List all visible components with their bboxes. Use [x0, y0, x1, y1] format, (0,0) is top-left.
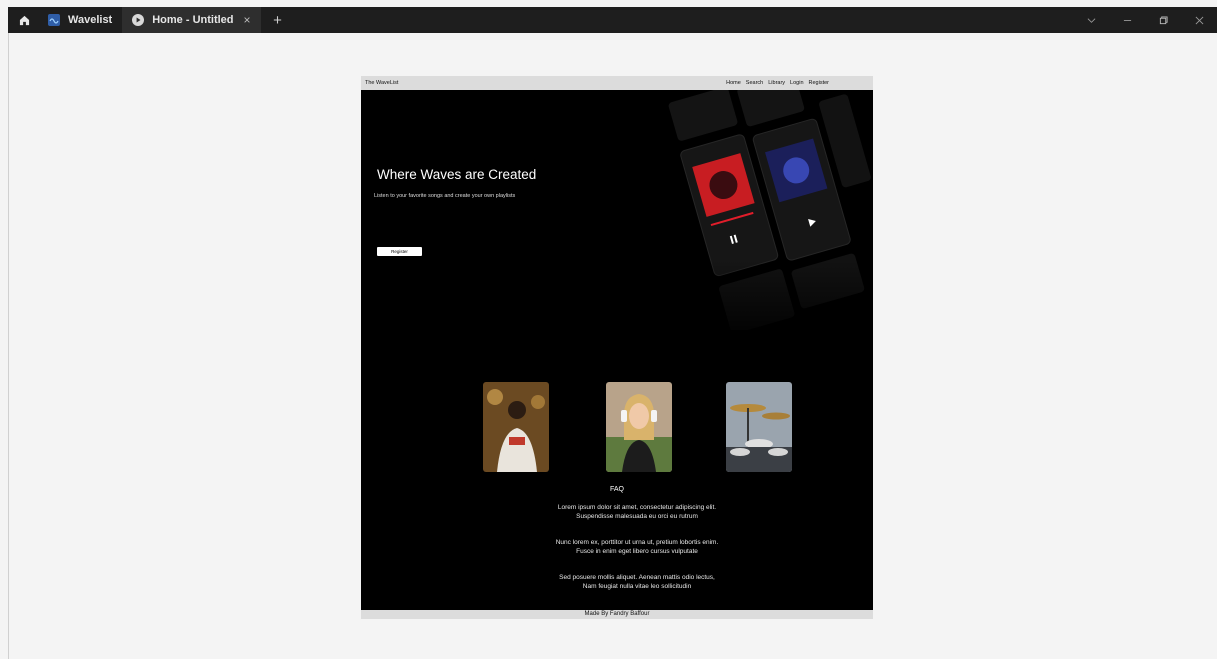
nav-search[interactable]: Search [746, 80, 763, 86]
close-tab-icon[interactable]: × [244, 13, 251, 27]
minimize-icon[interactable] [1109, 7, 1145, 33]
hero-register-button[interactable]: Register [377, 247, 422, 256]
nav-login[interactable]: Login [790, 80, 803, 86]
faq-line: Nunc lorem ex, porttitor ut urna ut, pre… [555, 539, 719, 546]
play-circle-icon [132, 14, 145, 26]
hero-subtitle: Listen to your favorite songs and create… [374, 193, 516, 199]
chevron-down-icon[interactable] [1073, 7, 1109, 33]
nav-links: Home Search Library Login Register [726, 80, 829, 86]
site-navbar: The WaveList Home Search Library Login R… [361, 76, 873, 90]
wavelist-app-icon [48, 14, 60, 26]
title-bar: Wavelist Home - Untitled × + [8, 7, 1217, 33]
new-tab-button[interactable]: + [269, 12, 287, 29]
faq-line: Suspendisse malesuada eu orci eu rutrum [576, 512, 698, 520]
window-controls [1073, 7, 1217, 33]
faq-line: Fusce in enim eget libero cursus vulputa… [576, 547, 698, 555]
tab-label: Wavelist [68, 14, 113, 26]
home-button[interactable] [10, 7, 38, 33]
website-preview: The WaveList Home Search Library Login R… [361, 76, 873, 619]
nav-library[interactable]: Library [768, 80, 785, 86]
faq-line: Lorem ipsum dolor sit amet, consectetur … [557, 504, 717, 511]
nav-home[interactable]: Home [726, 80, 741, 86]
nav-register[interactable]: Register [809, 80, 829, 86]
tab-home-untitled[interactable]: Home - Untitled × [122, 7, 261, 33]
photo-man-headphones [483, 382, 549, 472]
faq-item-1: Lorem ipsum dolor sit amet, consectetur … [547, 504, 727, 521]
photo-drum-kit [726, 382, 792, 472]
faq-item-2: Nunc lorem ex, porttitor ut urna ut, pre… [547, 539, 727, 556]
home-icon [19, 15, 29, 25]
site-footer: Made By Fandry Baffour [361, 610, 873, 619]
faq-line: Nam feugiat nulla vitae leo sollicitudin [582, 582, 692, 590]
photo-woman-headphones [606, 382, 672, 472]
close-window-icon[interactable] [1181, 7, 1217, 33]
hero-title: Where Waves are Created [377, 167, 537, 182]
faq-line: Sed posuere mollis aliquet. Aenean matti… [559, 574, 715, 581]
faq-title: FAQ [609, 486, 624, 493]
tab-label: Home - Untitled [152, 14, 234, 26]
tab-wavelist[interactable]: Wavelist [38, 7, 122, 33]
restore-icon[interactable] [1145, 7, 1181, 33]
phone-mockups-image [661, 90, 873, 330]
site-brand[interactable]: The WaveList [365, 80, 398, 86]
faq-item-3: Sed posuere mollis aliquet. Aenean matti… [547, 574, 727, 591]
